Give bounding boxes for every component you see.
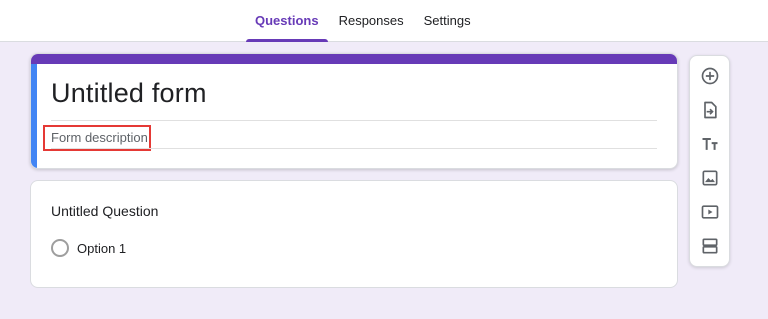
radio-button-icon[interactable] — [51, 239, 69, 257]
floating-toolbar — [689, 55, 730, 267]
option-label[interactable]: Option 1 — [77, 241, 126, 256]
form-title-underline — [51, 120, 657, 121]
add-image-icon[interactable] — [700, 168, 720, 188]
add-section-icon[interactable] — [700, 236, 720, 256]
form-header-accent-stripe — [31, 54, 677, 64]
tab-responses[interactable]: Responses — [328, 0, 415, 42]
question-title[interactable]: Untitled Question — [51, 203, 158, 219]
top-bar: Questions Responses Settings — [0, 0, 768, 42]
active-card-indicator — [31, 64, 37, 168]
tab-questions[interactable]: Questions — [246, 0, 328, 42]
form-title-input[interactable]: Untitled form — [51, 78, 207, 109]
tab-questions-label: Questions — [255, 13, 319, 28]
add-video-icon[interactable] — [700, 202, 720, 222]
tab-settings-label: Settings — [423, 13, 471, 28]
question-card[interactable]: Untitled Question Option 1 — [30, 180, 678, 288]
form-header-card[interactable]: Untitled form Form description — [30, 53, 678, 169]
tab-settings[interactable]: Settings — [415, 0, 480, 42]
tab-responses-label: Responses — [338, 13, 404, 28]
add-question-icon[interactable] — [700, 66, 720, 86]
add-title-text-icon[interactable] — [700, 134, 720, 154]
form-description-underline — [51, 148, 657, 149]
active-tab-indicator — [246, 39, 328, 42]
import-questions-icon[interactable] — [700, 100, 720, 120]
option-row[interactable]: Option 1 — [51, 239, 126, 257]
